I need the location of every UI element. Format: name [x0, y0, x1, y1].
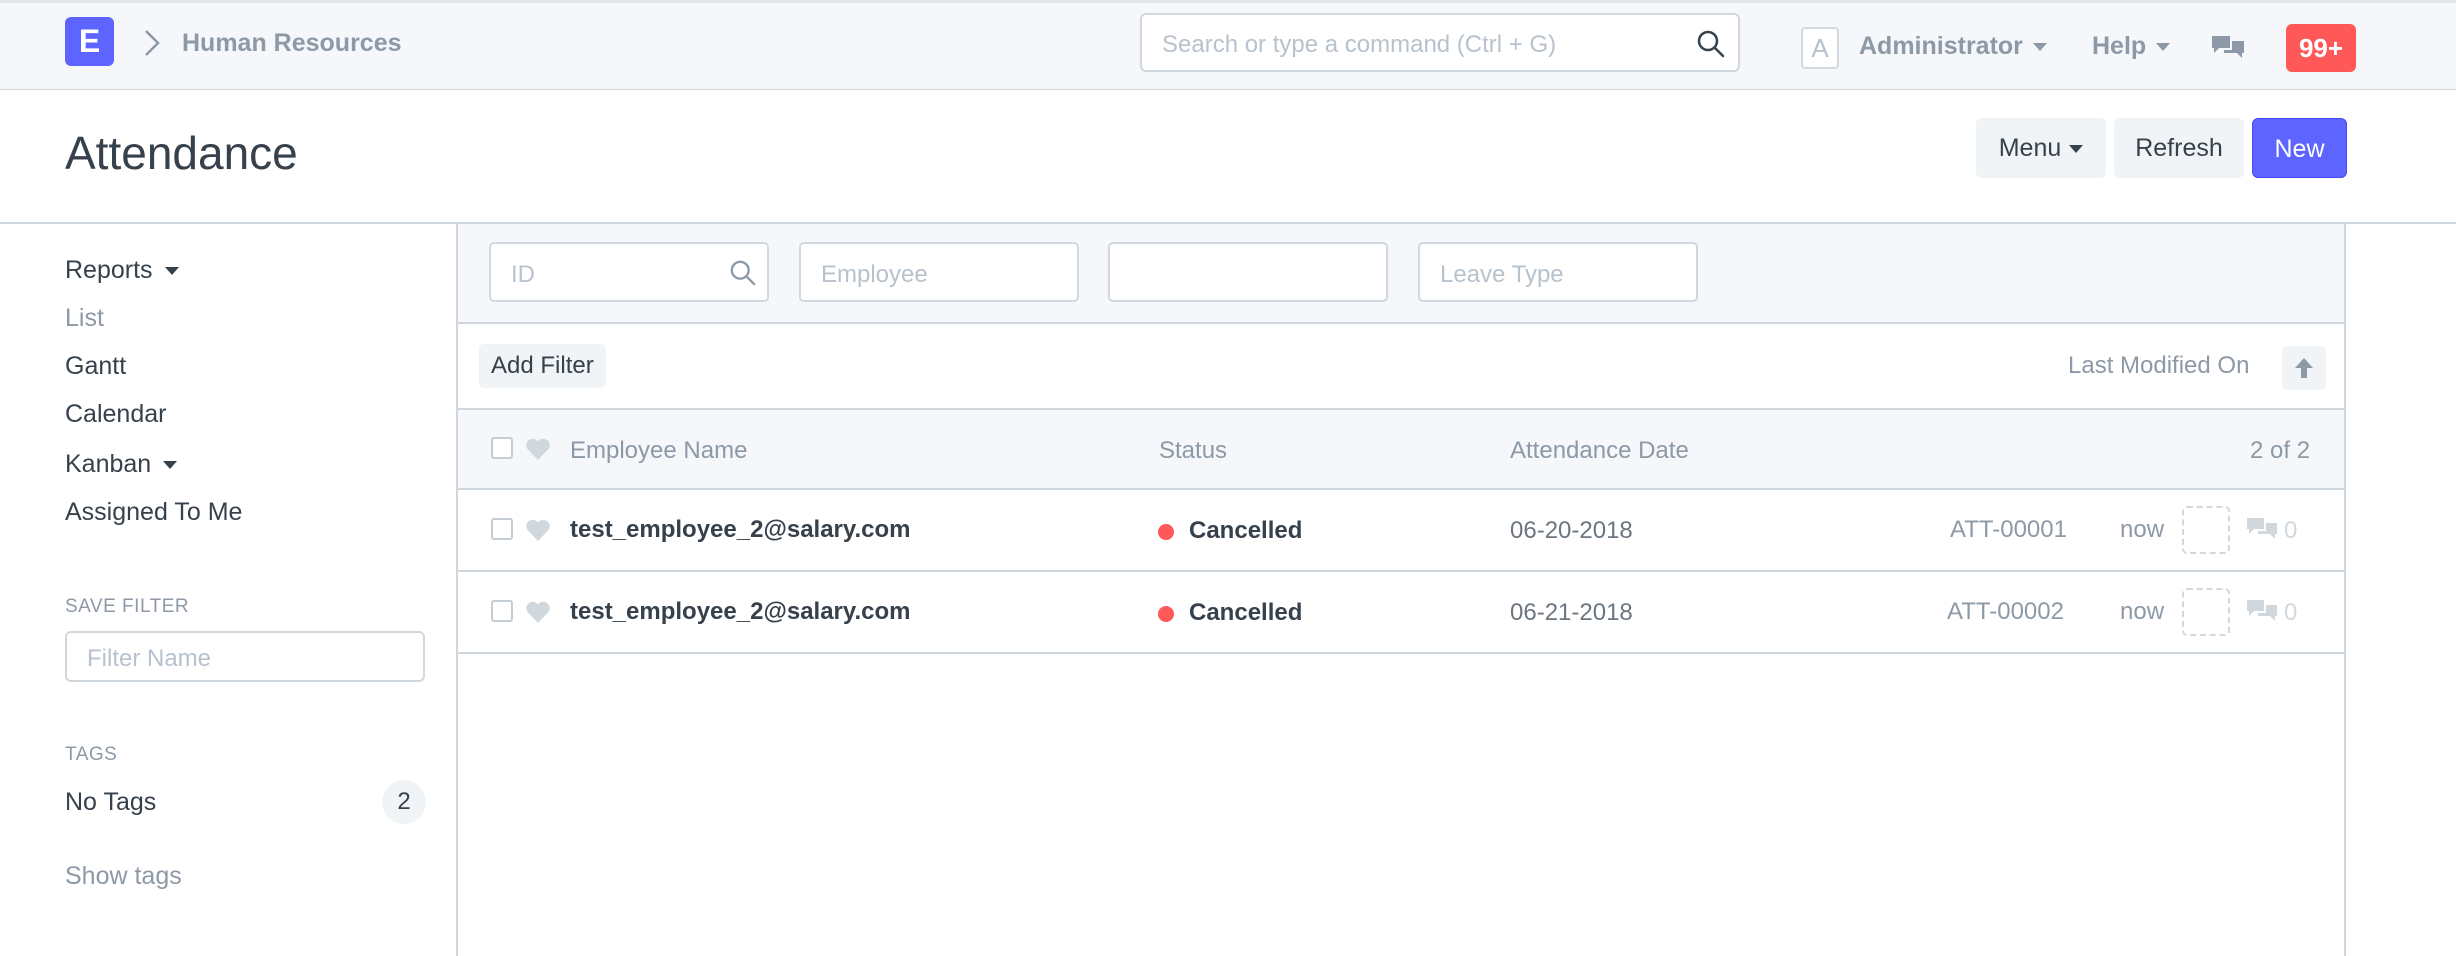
row-checkbox[interactable]: [491, 600, 513, 622]
caret-down-icon: [2069, 145, 2084, 154]
user-menu[interactable]: Administrator: [1859, 32, 2047, 61]
sort-selector[interactable]: Last Modified On: [2068, 352, 2249, 380]
sort-order-button[interactable]: [2282, 346, 2326, 390]
assign-avatar-placeholder[interactable]: [2182, 506, 2230, 554]
search-placeholder: Search or type a command (Ctrl + G): [1162, 31, 1557, 58]
sidebar-item-calendar[interactable]: Calendar: [65, 400, 166, 429]
help-menu[interactable]: Help: [2092, 32, 2171, 61]
sidebar-item-kanban[interactable]: Kanban: [65, 450, 178, 479]
menu-label: Menu: [1998, 134, 2062, 162]
employee-filter-input[interactable]: Employee: [799, 242, 1079, 302]
row-checkbox[interactable]: [491, 518, 513, 540]
column-employee-name: Employee Name: [570, 437, 748, 464]
caret-down-icon: [163, 461, 178, 470]
breadcrumb-module[interactable]: Human Resources: [182, 29, 402, 58]
employee-name-link[interactable]: test_employee_2@salary.com: [570, 598, 910, 626]
status-label: Cancelled: [1189, 599, 1303, 626]
heart-icon[interactable]: [525, 600, 551, 624]
status-indicator-dot: [1158, 524, 1174, 540]
search-icon: [1697, 30, 1725, 58]
employee-name-link[interactable]: test_employee_2@salary.com: [570, 516, 910, 544]
modified-time: now: [2120, 598, 2165, 625]
arrow-up-icon: [2295, 358, 2313, 378]
standard-filters: ID Employee Leave Type: [458, 224, 2344, 324]
attendance-date: 06-20-2018: [1510, 517, 1633, 544]
sidebar-item-assigned-to-me[interactable]: Assigned To Me: [65, 498, 242, 527]
chat-icon[interactable]: [2210, 33, 2246, 63]
record-id[interactable]: ATT-00001: [1950, 516, 2067, 544]
assign-avatar-placeholder[interactable]: [2182, 588, 2230, 636]
sidebar-item-reports[interactable]: Reports: [65, 256, 179, 285]
new-button[interactable]: New: [2252, 118, 2347, 178]
comment-count: 0: [2284, 517, 2298, 544]
page-title: Attendance: [65, 127, 298, 179]
caret-down-icon: [2032, 43, 2047, 52]
list-header: Employee Name Status Attendance Date 2 o…: [458, 410, 2344, 490]
tag-count-badge: 2: [382, 780, 426, 824]
filter-name-input[interactable]: Filter Name: [65, 631, 425, 682]
select-all-checkbox[interactable]: [491, 437, 513, 459]
page-header: Attendance Menu Refresh New: [0, 90, 2456, 224]
app-logo[interactable]: E: [65, 17, 114, 66]
heart-icon[interactable]: [525, 437, 551, 461]
save-filter-heading: SAVE FILTER: [65, 596, 190, 617]
status-label: Cancelled: [1189, 517, 1303, 544]
menu-button[interactable]: Menu: [1976, 118, 2106, 178]
filter-name-placeholder: Filter Name: [87, 645, 212, 672]
comment-count: 0: [2284, 599, 2298, 626]
navbar: E Human Resources Search or type a comma…: [0, 0, 2456, 90]
id-filter-placeholder: ID: [511, 261, 535, 288]
sidebar-item-list[interactable]: List: [65, 304, 104, 333]
user-name: Administrator: [1859, 32, 2023, 60]
status-indicator-dot: [1158, 606, 1174, 622]
employee-filter-placeholder: Employee: [821, 261, 928, 288]
leave-type-filter-input[interactable]: Leave Type: [1418, 242, 1698, 302]
search-input[interactable]: Search or type a command (Ctrl + G): [1140, 13, 1740, 72]
id-filter-input[interactable]: ID: [489, 242, 769, 302]
comment-icon: [2247, 518, 2277, 539]
search-icon: [730, 260, 756, 286]
list-view: ID Employee Leave Type Add Filter Last M…: [456, 224, 2346, 956]
table-row[interactable]: test_employee_2@salary.com Cancelled 06-…: [458, 572, 2344, 654]
list-count: 2 of 2: [2250, 437, 2311, 464]
add-filter-button[interactable]: Add Filter: [479, 344, 606, 388]
attendance-date: 06-21-2018: [1510, 599, 1633, 626]
notifications-badge[interactable]: 99+: [2286, 24, 2356, 72]
blank-filter-input[interactable]: [1108, 242, 1388, 302]
sidebar-item-no-tags[interactable]: No Tags: [65, 788, 156, 817]
caret-down-icon: [164, 267, 179, 276]
refresh-button[interactable]: Refresh: [2114, 118, 2244, 178]
show-tags-link[interactable]: Show tags: [65, 862, 182, 891]
sidebar-item-label: Reports: [65, 256, 153, 284]
avatar[interactable]: A: [1801, 27, 1839, 69]
leave-type-filter-placeholder: Leave Type: [1440, 261, 1564, 288]
sort-bar: Add Filter Last Modified On: [458, 324, 2344, 410]
record-id[interactable]: ATT-00002: [1947, 598, 2064, 626]
tags-heading: TAGS: [65, 744, 118, 765]
sidebar-item-gantt[interactable]: Gantt: [65, 352, 126, 381]
help-label: Help: [2092, 32, 2147, 60]
heart-icon[interactable]: [525, 518, 551, 542]
modified-time: now: [2120, 516, 2165, 543]
column-status: Status: [1159, 437, 1228, 464]
caret-down-icon: [2156, 43, 2171, 52]
chevron-right-icon: [145, 30, 160, 56]
sidebar: Reports List Gantt Calendar Kanban Assig…: [0, 224, 456, 956]
sidebar-item-label: Kanban: [65, 450, 152, 478]
column-attendance-date: Attendance Date: [1510, 437, 1689, 464]
table-row[interactable]: test_employee_2@salary.com Cancelled 06-…: [458, 490, 2344, 572]
comment-icon: [2247, 600, 2277, 621]
